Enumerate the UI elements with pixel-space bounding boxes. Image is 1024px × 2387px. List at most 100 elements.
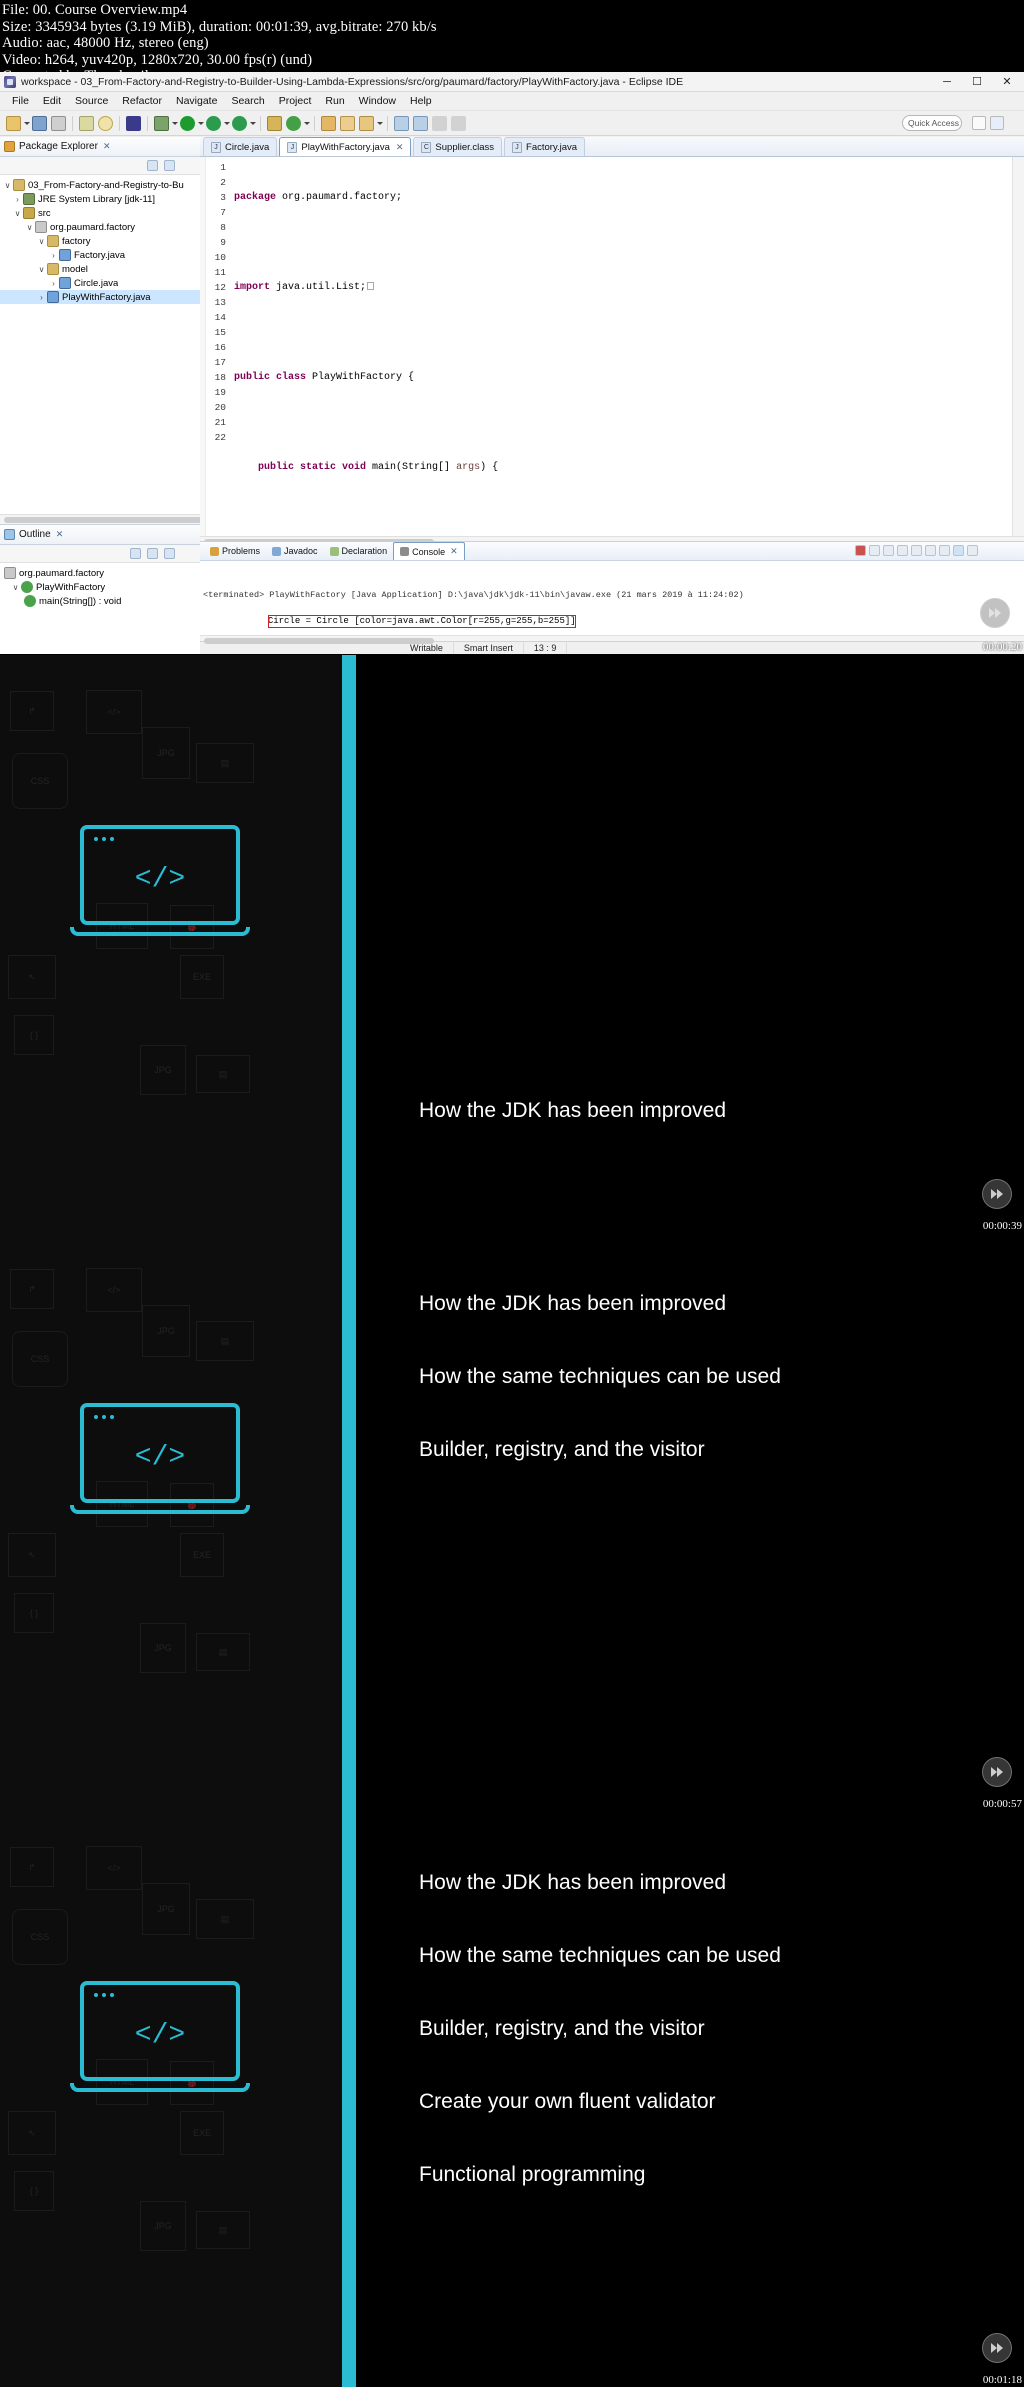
pencil-icon[interactable] xyxy=(359,115,374,131)
view-menu-icon[interactable] xyxy=(181,160,192,171)
expand-arrow-icon[interactable]: ∨ xyxy=(12,209,23,218)
tree-item-factory-java[interactable]: › Factory.java xyxy=(0,248,200,262)
editor-tab-close-icon[interactable]: ✕ xyxy=(396,142,404,153)
run-dropdown-icon[interactable] xyxy=(197,116,204,130)
tree-item-circle-java[interactable]: › Circle.java xyxy=(0,276,200,290)
expand-arrow-icon[interactable]: ∨ xyxy=(36,265,47,274)
tree-item-src[interactable]: ∨ src xyxy=(0,206,200,220)
link-with-editor-icon[interactable] xyxy=(164,160,175,171)
hide-static-icon[interactable] xyxy=(164,548,175,559)
debug-icon[interactable] xyxy=(154,115,169,131)
maximize-button[interactable]: ☐ xyxy=(962,72,992,91)
play-overlay-icon-2[interactable] xyxy=(982,1179,1012,1209)
menu-navigate[interactable]: Navigate xyxy=(169,95,224,107)
outline-item-package[interactable]: org.paumard.factory xyxy=(0,566,200,580)
coverage-dropdown-icon[interactable] xyxy=(223,116,230,130)
outline-item-method[interactable]: main(String[]) : void xyxy=(0,594,200,608)
sort-icon[interactable] xyxy=(130,548,141,559)
expand-arrow-icon[interactable]: › xyxy=(48,251,59,260)
terminate-icon[interactable] xyxy=(855,545,866,556)
previous-annotation-icon[interactable] xyxy=(394,115,409,131)
save-icon[interactable] xyxy=(32,115,47,131)
expand-arrow-icon[interactable]: ∨ xyxy=(2,181,13,190)
run-icon[interactable] xyxy=(180,115,195,131)
menu-search[interactable]: Search xyxy=(224,95,271,107)
editor-hscrollbar[interactable] xyxy=(200,536,1024,545)
outline-tabbar[interactable]: Outline ✕ xyxy=(0,525,200,545)
editor-tab-supplier-class[interactable]: C Supplier.class xyxy=(413,137,503,156)
pin-console-icon[interactable] xyxy=(939,545,950,556)
new-dropdown-icon[interactable] xyxy=(23,116,30,130)
remove-launch-icon[interactable] xyxy=(869,545,880,556)
play-overlay-icon-1[interactable] xyxy=(980,598,1010,628)
code-editor[interactable]: 1 2 3 7 8 9 10 11 12 13 14 15 16 17 18 1… xyxy=(200,157,1024,537)
expand-arrow-icon[interactable]: › xyxy=(36,293,47,302)
search-icon[interactable] xyxy=(98,115,113,131)
new-icon[interactable] xyxy=(6,115,21,131)
open-type-icon[interactable] xyxy=(340,115,355,131)
code-text[interactable]: package org.paumard.factory; import java… xyxy=(230,157,1024,536)
word-wrap-icon[interactable] xyxy=(925,545,936,556)
pointer-icon[interactable] xyxy=(126,115,141,131)
console-output[interactable]: <terminated> PlayWithFactory [Java Appli… xyxy=(200,561,1024,635)
scroll-lock-icon[interactable] xyxy=(911,545,922,556)
open-folder-icon[interactable] xyxy=(321,115,336,131)
quick-access-input[interactable]: Quick Access xyxy=(902,115,962,131)
package-explorer-close-icon[interactable]: ✕ xyxy=(103,141,111,152)
git-icon[interactable] xyxy=(286,115,301,131)
open-perspective-icon[interactable] xyxy=(972,116,986,130)
expand-arrow-icon[interactable]: ∨ xyxy=(10,583,21,592)
tab-javadoc[interactable]: Javadoc xyxy=(266,546,324,556)
outline-tree[interactable]: org.paumard.factory ∨ PlayWithFactory ma… xyxy=(0,563,200,654)
tree-item-jre-library[interactable]: › JRE System Library [jdk-11] xyxy=(0,192,200,206)
build-icon[interactable] xyxy=(79,115,94,131)
play-overlay-icon-4[interactable] xyxy=(982,2333,1012,2363)
editor-tab-playwithfactory-java[interactable]: J PlayWithFactory.java ✕ xyxy=(279,137,412,156)
menu-run[interactable]: Run xyxy=(318,95,351,107)
package-explorer-tree[interactable]: ∨ 03_From-Factory-and-Registry-to-Bu › J… xyxy=(0,175,200,514)
clear-console-icon[interactable] xyxy=(897,545,908,556)
tree-item-package[interactable]: ∨ org.paumard.factory xyxy=(0,220,200,234)
tree-item-factory-folder[interactable]: ∨ factory xyxy=(0,234,200,248)
expand-arrow-icon[interactable]: › xyxy=(12,195,23,204)
display-console-icon[interactable] xyxy=(953,545,964,556)
console-maximize-icon[interactable] xyxy=(1009,545,1020,556)
thumbnail-frame-3[interactable]: CSS </> JPG ▤ ↱ HTML 🐞 EXE ↖ { } JPG ▤ <… xyxy=(0,1233,1024,1811)
editor-tab-factory-java[interactable]: J Factory.java xyxy=(504,137,586,156)
tab-declaration[interactable]: Declaration xyxy=(324,546,394,556)
editor-vertical-scrollbar[interactable] xyxy=(1012,157,1024,537)
menu-help[interactable]: Help xyxy=(403,95,439,107)
next-annotation-icon[interactable] xyxy=(413,115,428,131)
coverage-icon[interactable] xyxy=(206,115,221,131)
play-overlay-icon-3[interactable] xyxy=(982,1757,1012,1787)
java-perspective-icon[interactable] xyxy=(990,116,1004,130)
menu-edit[interactable]: Edit xyxy=(36,95,68,107)
menu-source[interactable]: Source xyxy=(68,95,115,107)
outline-item-class[interactable]: ∨ PlayWithFactory xyxy=(0,580,200,594)
profile-icon[interactable] xyxy=(232,115,247,131)
outline-menu-icon[interactable] xyxy=(181,548,192,559)
debug-dropdown-icon[interactable] xyxy=(171,116,178,130)
profile-dropdown-icon[interactable] xyxy=(249,116,256,130)
collapse-all-icon[interactable] xyxy=(147,160,158,171)
thumbnail-frame-4[interactable]: CSS </> JPG ▤ ↱ HTML 🐞 EXE ↖ { } JPG ▤ <… xyxy=(0,1811,1024,2387)
git-dropdown-icon[interactable] xyxy=(303,116,310,130)
editor-tab-circle-java[interactable]: J Circle.java xyxy=(203,137,278,156)
console-minimize-icon[interactable] xyxy=(995,545,1006,556)
outline-close-icon[interactable]: ✕ xyxy=(56,529,64,540)
tab-console[interactable]: Console ✕ xyxy=(393,542,465,560)
back-icon[interactable] xyxy=(432,115,447,131)
tab-problems[interactable]: Problems xyxy=(204,546,266,556)
console-close-icon[interactable]: ✕ xyxy=(450,546,458,557)
menu-project[interactable]: Project xyxy=(272,95,319,107)
hide-fields-icon[interactable] xyxy=(147,548,158,559)
minimize-button[interactable]: ─ xyxy=(932,72,962,91)
tree-item-project[interactable]: ∨ 03_From-Factory-and-Registry-to-Bu xyxy=(0,178,200,192)
package-explorer-hscrollbar[interactable] xyxy=(0,514,234,524)
tree-item-model-folder[interactable]: ∨ model xyxy=(0,262,200,276)
thumbnail-frame-2[interactable]: CSS </> JPG ▤ ↱ HTML 🐞 EXE ↖ { } JPG ▤ <… xyxy=(0,655,1024,1233)
console-hscrollbar[interactable] xyxy=(200,634,1024,645)
menu-window[interactable]: Window xyxy=(352,95,403,107)
new-class-icon[interactable] xyxy=(267,115,282,131)
forward-icon[interactable] xyxy=(451,115,466,131)
